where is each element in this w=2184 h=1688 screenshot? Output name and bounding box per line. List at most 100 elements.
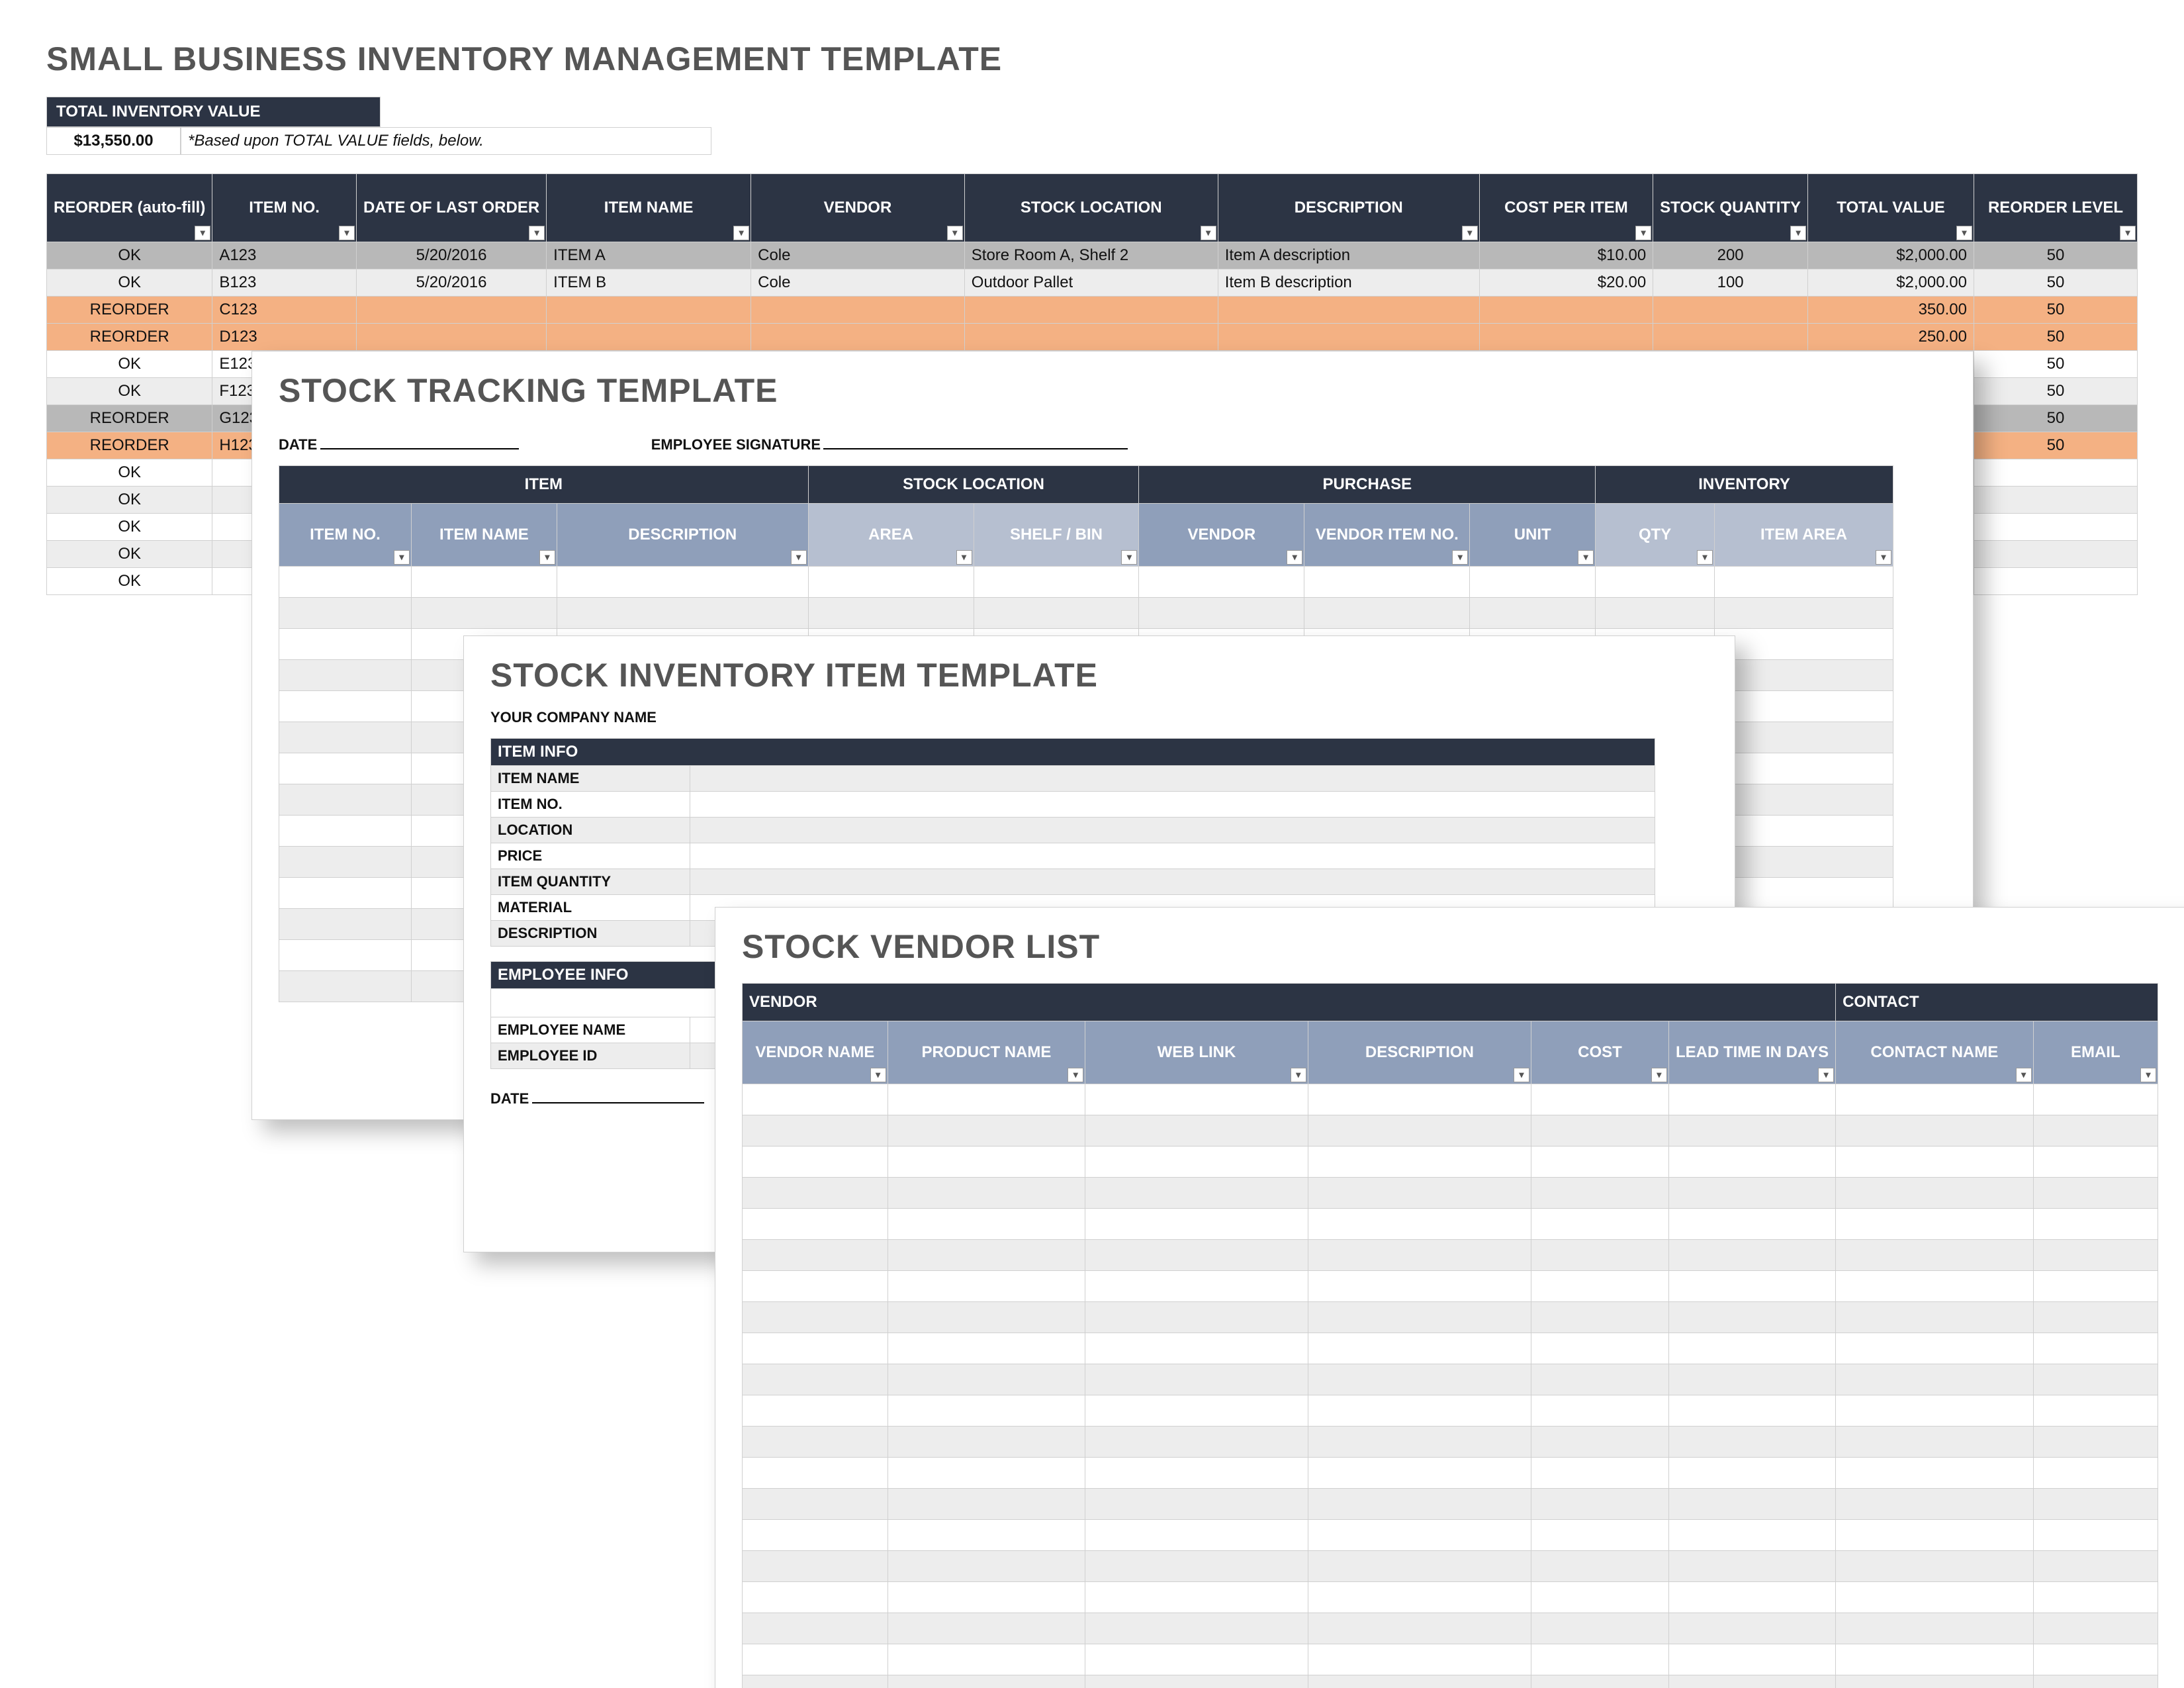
- cell[interactable]: OK: [47, 269, 212, 297]
- cell[interactable]: OK: [47, 487, 212, 514]
- cell[interactable]: [279, 660, 412, 691]
- cell[interactable]: [1139, 567, 1304, 598]
- cell[interactable]: [1308, 1240, 1531, 1271]
- table-row[interactable]: REORDERC123350.0050: [47, 297, 2138, 324]
- cell[interactable]: [1085, 1489, 1308, 1520]
- cell[interactable]: [808, 598, 974, 629]
- filter-icon[interactable]: ▾: [1635, 226, 1651, 240]
- cell[interactable]: [1531, 1302, 1669, 1333]
- cell[interactable]: [1836, 1644, 2034, 1675]
- cell[interactable]: [743, 1147, 888, 1178]
- cell[interactable]: [1974, 541, 2137, 568]
- cell[interactable]: $2,000.00: [1808, 242, 1974, 269]
- cell[interactable]: [1836, 1333, 2034, 1364]
- cell[interactable]: [411, 598, 557, 629]
- table-row[interactable]: [743, 1364, 2158, 1395]
- cell[interactable]: [887, 1271, 1085, 1302]
- cell[interactable]: [1668, 1364, 1835, 1395]
- col-header[interactable]: EMAIL▾: [2033, 1021, 2158, 1084]
- cell[interactable]: [743, 1644, 888, 1675]
- cell[interactable]: [743, 1613, 888, 1644]
- cell[interactable]: [356, 297, 546, 324]
- cell[interactable]: [1531, 1520, 1669, 1551]
- cell[interactable]: [743, 1115, 888, 1147]
- cell[interactable]: [1836, 1675, 2034, 1688]
- cell[interactable]: [743, 1240, 888, 1271]
- cell[interactable]: [1668, 1240, 1835, 1271]
- cell[interactable]: [1836, 1178, 2034, 1209]
- filter-icon[interactable]: ▾: [1452, 550, 1468, 565]
- cell[interactable]: [1668, 1209, 1835, 1240]
- cell[interactable]: [1715, 691, 1893, 722]
- cell[interactable]: Cole: [751, 242, 965, 269]
- cell[interactable]: [279, 722, 412, 753]
- cell[interactable]: [808, 567, 974, 598]
- cell[interactable]: [1085, 1115, 1308, 1147]
- cell[interactable]: 50: [1974, 297, 2137, 324]
- cell[interactable]: 5/20/2016: [356, 269, 546, 297]
- cell[interactable]: [1836, 1551, 2034, 1582]
- cell[interactable]: [1836, 1271, 2034, 1302]
- cell[interactable]: [743, 1302, 888, 1333]
- cell[interactable]: [1085, 1551, 1308, 1582]
- cell[interactable]: ITEM B: [547, 269, 751, 297]
- cell[interactable]: [1715, 816, 1893, 847]
- cell[interactable]: [279, 971, 412, 1002]
- col-header[interactable]: ITEM NAME▾: [411, 504, 557, 567]
- cell[interactable]: [2033, 1084, 2158, 1115]
- col-header[interactable]: CONTACT NAME▾: [1836, 1021, 2034, 1084]
- cell[interactable]: [547, 297, 751, 324]
- cell[interactable]: [974, 598, 1139, 629]
- cell[interactable]: [1531, 1178, 1669, 1209]
- filter-icon[interactable]: ▾: [1956, 226, 1972, 240]
- cell[interactable]: [1836, 1115, 2034, 1147]
- cell[interactable]: [279, 598, 412, 629]
- cell[interactable]: [1836, 1240, 2034, 1271]
- table-row[interactable]: [743, 1395, 2158, 1427]
- cell[interactable]: [1668, 1427, 1835, 1458]
- col-header[interactable]: COST▾: [1531, 1021, 1669, 1084]
- cell[interactable]: [1531, 1644, 1669, 1675]
- filter-icon[interactable]: ▾: [1790, 226, 1806, 240]
- table-row[interactable]: [743, 1084, 2158, 1115]
- cell[interactable]: [1715, 629, 1893, 660]
- cell[interactable]: [2033, 1395, 2158, 1427]
- cell[interactable]: 50: [1974, 242, 2137, 269]
- filter-icon[interactable]: ▾: [529, 226, 545, 240]
- col-header[interactable]: STOCK LOCATION▾: [964, 174, 1218, 242]
- cell[interactable]: [2033, 1489, 2158, 1520]
- table-row[interactable]: [743, 1675, 2158, 1688]
- col-header[interactable]: VENDOR▾: [1139, 504, 1304, 567]
- cell[interactable]: [1531, 1240, 1669, 1271]
- table-row[interactable]: [743, 1209, 2158, 1240]
- col-header[interactable]: WEB LINK▾: [1085, 1021, 1308, 1084]
- filter-icon[interactable]: ▾: [1651, 1068, 1667, 1082]
- cell[interactable]: [887, 1644, 1085, 1675]
- cell[interactable]: 50: [1974, 405, 2137, 432]
- table-row[interactable]: [743, 1551, 2158, 1582]
- cell[interactable]: [1085, 1364, 1308, 1395]
- col-header[interactable]: SHELF / BIN▾: [974, 504, 1139, 567]
- cell[interactable]: Outdoor Pallet: [964, 269, 1218, 297]
- cell[interactable]: [1836, 1582, 2034, 1613]
- filter-icon[interactable]: ▾: [1697, 550, 1713, 565]
- filter-icon[interactable]: ▾: [1068, 1068, 1083, 1082]
- filter-icon[interactable]: ▾: [733, 226, 749, 240]
- cell[interactable]: [1308, 1302, 1531, 1333]
- cell[interactable]: [1531, 1364, 1669, 1395]
- col-header[interactable]: DATE OF LAST ORDER▾: [356, 174, 546, 242]
- cell[interactable]: [1668, 1084, 1835, 1115]
- cell[interactable]: OK: [47, 242, 212, 269]
- table-row[interactable]: [743, 1302, 2158, 1333]
- cell[interactable]: [1531, 1395, 1669, 1427]
- cell[interactable]: [1668, 1613, 1835, 1644]
- cell[interactable]: REORDER: [47, 432, 212, 459]
- cell[interactable]: [743, 1675, 888, 1688]
- cell[interactable]: [743, 1271, 888, 1302]
- cell[interactable]: OK: [47, 514, 212, 541]
- cell[interactable]: [887, 1458, 1085, 1489]
- cell[interactable]: [1668, 1302, 1835, 1333]
- filter-icon[interactable]: ▾: [1818, 1068, 1834, 1082]
- cell[interactable]: 100: [1653, 269, 1808, 297]
- cell[interactable]: [2033, 1333, 2158, 1364]
